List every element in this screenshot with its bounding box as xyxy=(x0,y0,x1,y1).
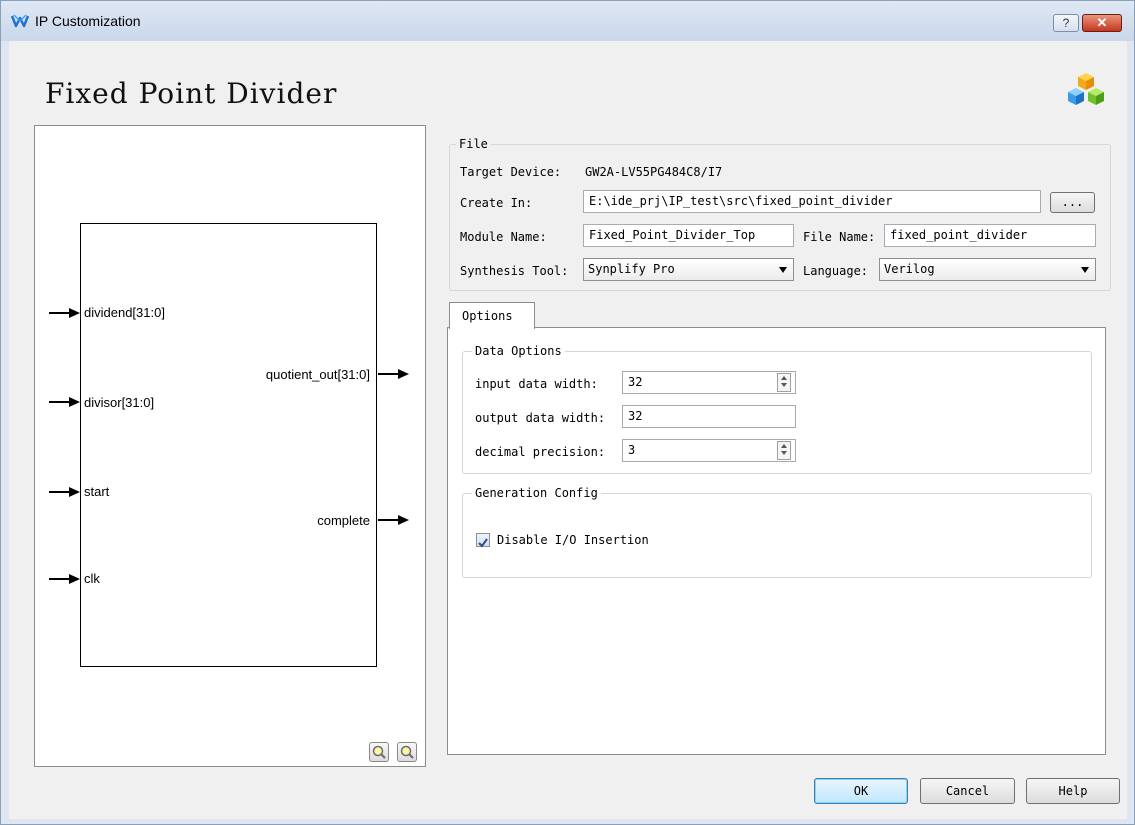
chevron-down-icon xyxy=(779,267,787,273)
ip-customization-window: IP Customization ? ✕ Fixed Point Divider… xyxy=(0,0,1135,825)
magnifier-icon xyxy=(372,745,386,759)
disable-io-label[interactable]: Disable I/O Insertion xyxy=(497,533,649,547)
language-label: Language: xyxy=(803,264,869,278)
create-in-field[interactable]: E:\ide_prj\IP_test\src\fixed_point_divid… xyxy=(583,190,1041,213)
checkmark-icon xyxy=(478,538,488,548)
divider-block xyxy=(80,223,377,667)
chevron-down-icon xyxy=(1081,267,1089,273)
ip-cubes-icon xyxy=(1068,73,1104,105)
synthesis-tool-select[interactable]: Synplify Pro xyxy=(583,258,794,281)
language-value: Verilog xyxy=(884,262,935,276)
title-bar[interactable]: IP Customization ? ✕ xyxy=(1,1,1134,41)
create-in-label: Create In: xyxy=(460,196,533,210)
ok-button[interactable]: OK xyxy=(814,778,908,804)
input-arrow-icon xyxy=(49,308,80,318)
port-complete: complete xyxy=(317,513,370,528)
port-start: start xyxy=(84,484,110,499)
help-button[interactable]: Help xyxy=(1026,778,1120,804)
data-options-legend: Data Options xyxy=(472,344,565,358)
zoom-out-button[interactable] xyxy=(397,742,417,762)
output-width-label: output data width: xyxy=(475,411,606,425)
decimal-precision-spinner[interactable] xyxy=(777,441,791,460)
magnifier-icon xyxy=(400,745,414,759)
close-icon[interactable]: ✕ xyxy=(1082,14,1122,32)
port-quotient-out: quotient_out[31:0] xyxy=(265,367,370,382)
generation-config-legend: Generation Config xyxy=(472,486,601,500)
input-width-spinner[interactable] xyxy=(777,373,791,392)
browse-button[interactable]: ... xyxy=(1050,192,1095,213)
window-title: IP Customization xyxy=(35,13,141,29)
page-title: Fixed Point Divider xyxy=(45,77,338,110)
language-select[interactable]: Verilog xyxy=(879,258,1096,281)
tab-options[interactable]: Options xyxy=(449,302,535,329)
disable-io-checkbox[interactable] xyxy=(476,533,490,548)
output-arrow-icon xyxy=(378,515,409,525)
input-width-label: input data width: xyxy=(475,377,598,391)
port-clk: clk xyxy=(84,571,100,586)
input-arrow-icon xyxy=(49,574,80,584)
port-dividend: dividend[31:0] xyxy=(84,305,165,320)
help-icon[interactable]: ? xyxy=(1053,14,1079,32)
file-name-field[interactable]: fixed_point_divider xyxy=(884,224,1096,247)
module-name-field[interactable]: Fixed_Point_Divider_Top xyxy=(583,224,794,247)
file-group-legend: File xyxy=(456,137,491,151)
input-arrow-icon xyxy=(49,397,80,407)
target-device-label: Target Device: xyxy=(460,165,562,179)
input-width-field[interactable]: 32 xyxy=(622,371,796,394)
port-divisor: divisor[31:0] xyxy=(84,395,155,410)
synthesis-tool-label: Synthesis Tool: xyxy=(460,264,569,278)
zoom-in-button[interactable] xyxy=(369,742,389,762)
decimal-precision-label: decimal precision: xyxy=(475,445,606,459)
output-width-field[interactable]: 32 xyxy=(622,405,796,428)
input-arrow-icon xyxy=(49,487,80,497)
synthesis-tool-value: Synplify Pro xyxy=(588,262,675,276)
target-device-value: GW2A-LV55PG484C8/I7 xyxy=(585,165,723,179)
file-name-label: File Name: xyxy=(803,230,876,244)
app-logo-icon xyxy=(11,14,29,28)
cancel-button[interactable]: Cancel xyxy=(920,778,1015,804)
module-name-label: Module Name: xyxy=(460,230,547,244)
output-arrow-icon xyxy=(378,369,409,379)
decimal-precision-field[interactable]: 3 xyxy=(622,439,796,462)
